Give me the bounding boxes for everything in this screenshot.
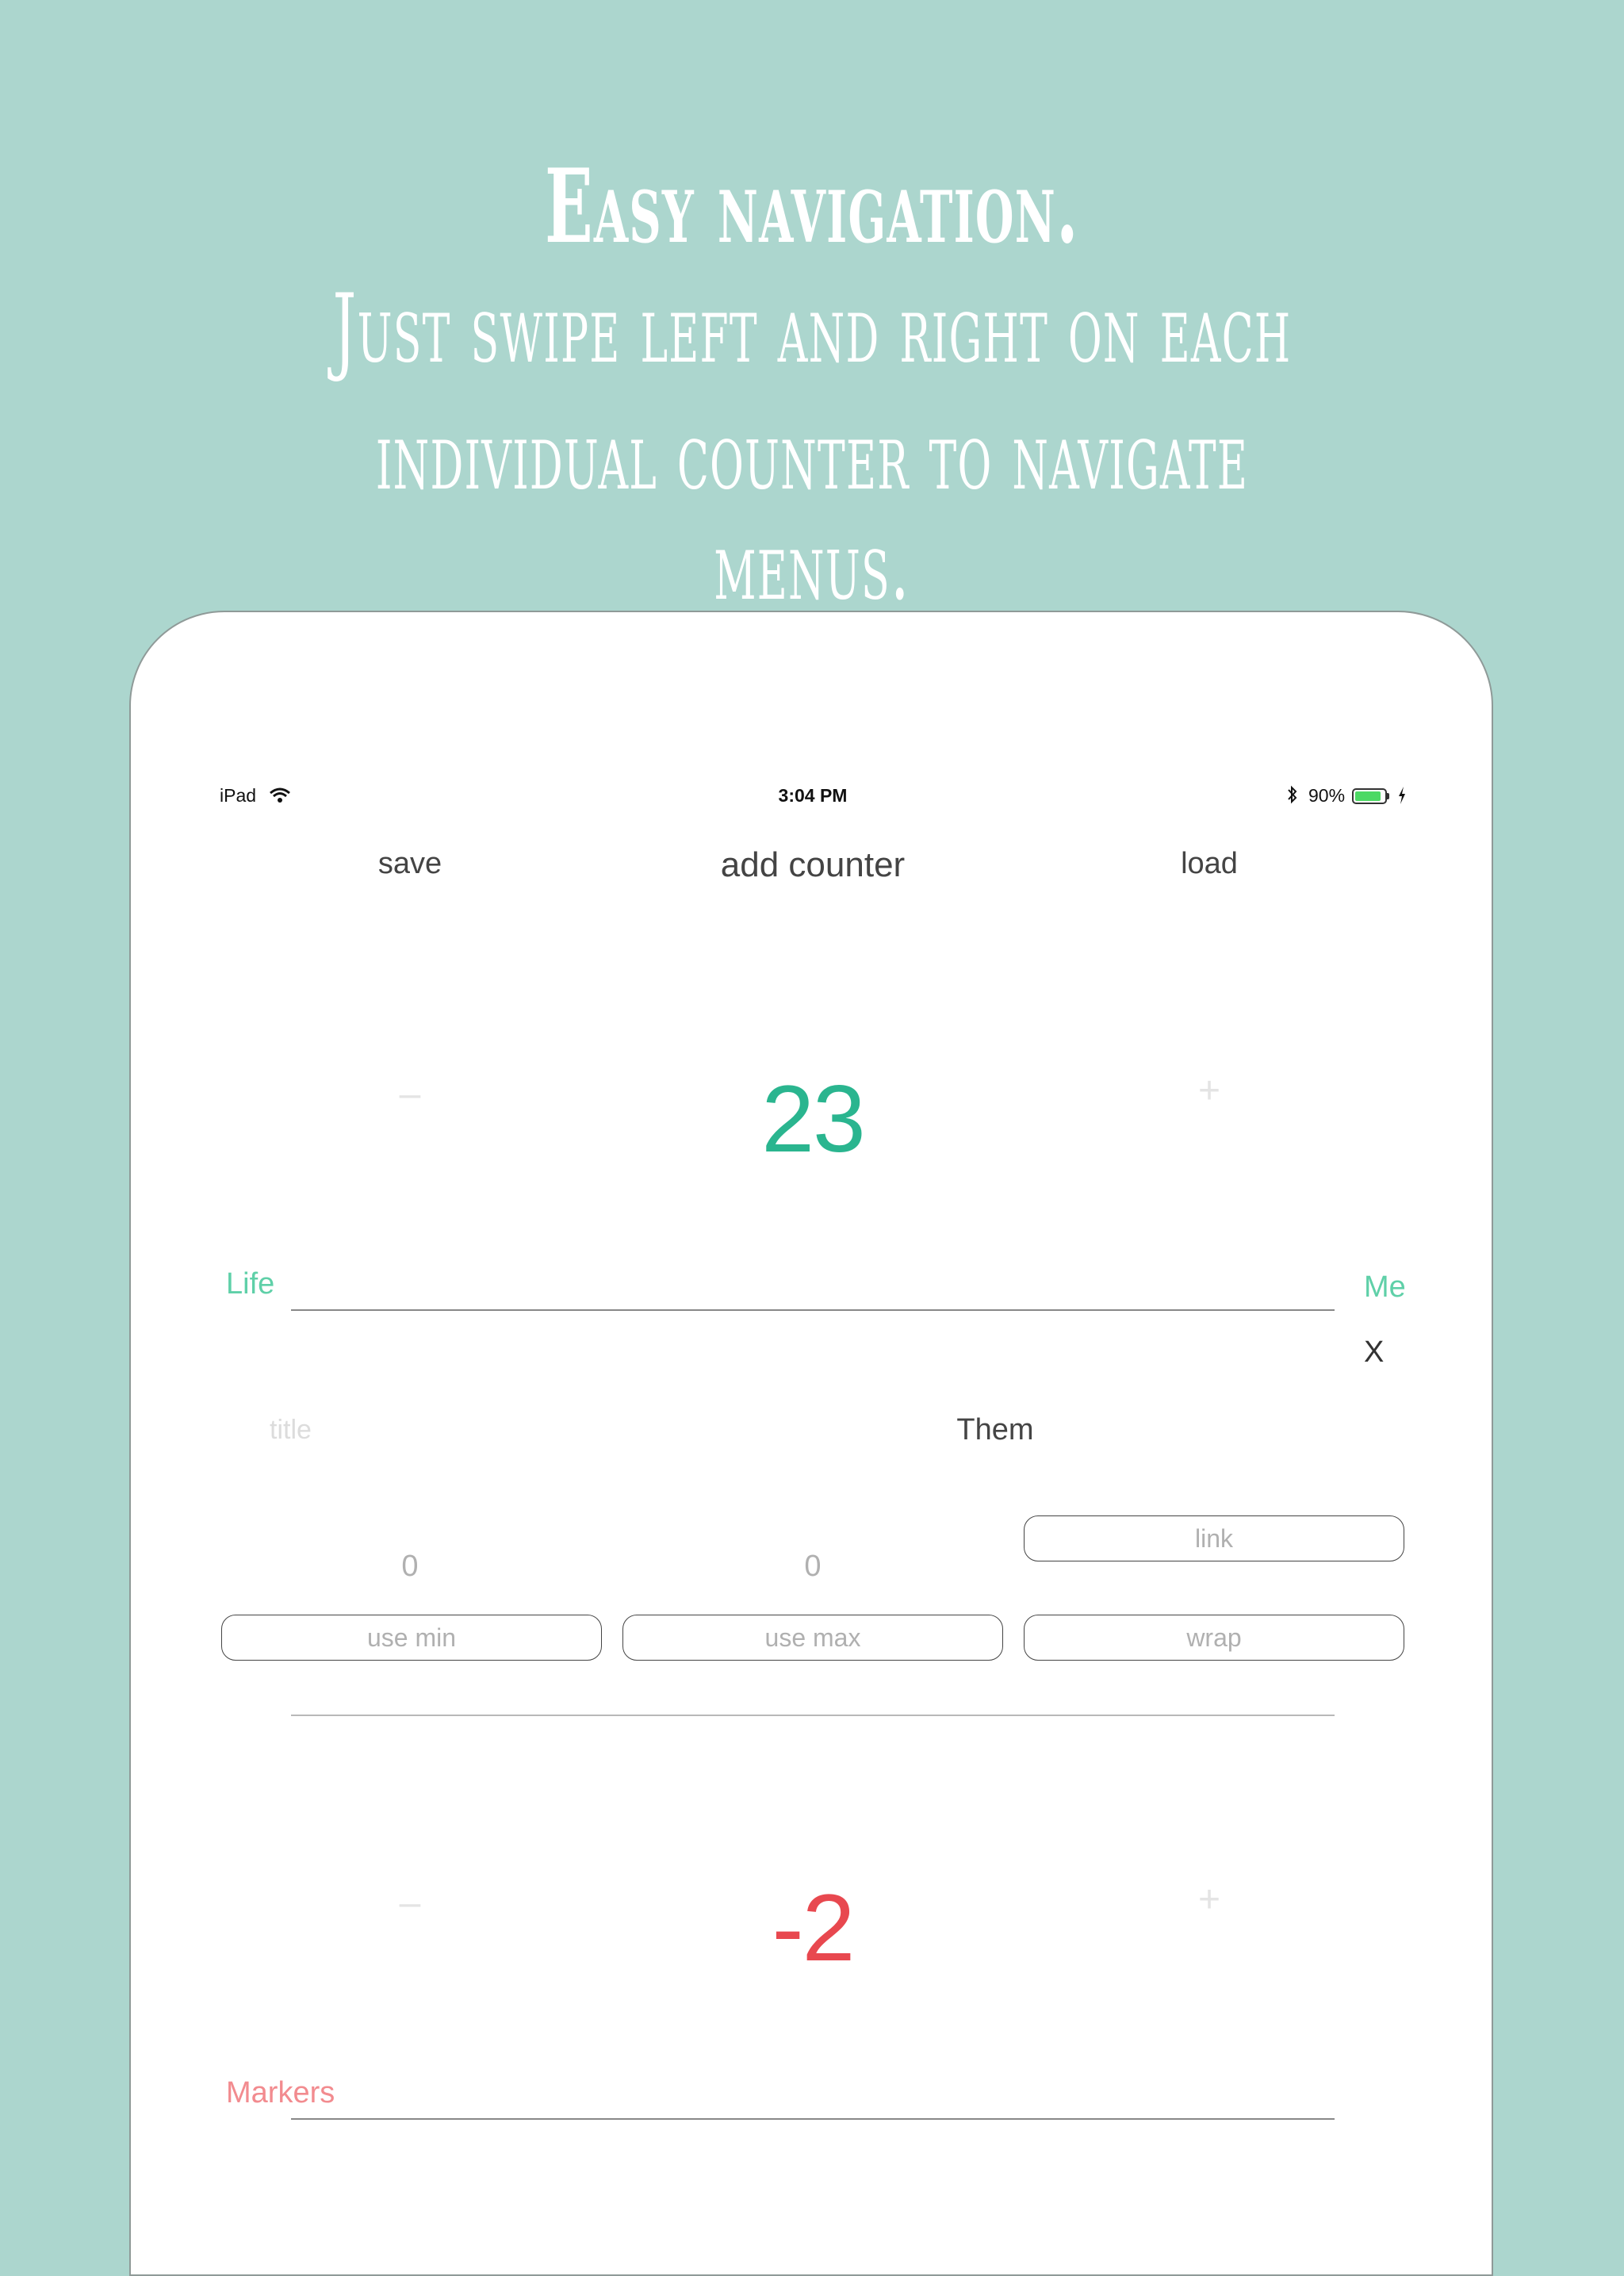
bluetooth-icon [1287,785,1298,808]
max-value-input[interactable]: 0 [718,1550,908,1584]
increment-button[interactable]: + [1114,1069,1304,1113]
owner-input[interactable]: Them [876,1413,1114,1447]
ipad-frame: iPad 3:04 PM 90% save add counter load –… [129,611,1493,2276]
battery-icon [1352,788,1389,804]
counter-name[interactable]: Markers [226,2076,335,2110]
promo-headline-3: individual counter to navigate menus. [375,401,1249,622]
promo-headline-2: Just swipe left and right on each [332,274,1292,385]
increment-button[interactable]: + [1114,1878,1304,1922]
title-input[interactable]: title [270,1415,312,1446]
charging-icon [1397,786,1407,809]
battery-percent: 90% [1308,785,1346,806]
counter-value: -2 [772,1875,856,1981]
use-min-button[interactable]: use min [221,1615,602,1661]
promo-headline-1: Easy navigation. [545,148,1079,266]
use-max-button[interactable]: use max [622,1615,1003,1661]
counter-divider [291,1309,1335,1311]
load-button[interactable]: load [1114,847,1304,881]
add-counter-button[interactable]: add counter [654,845,971,885]
counter-name[interactable]: Life [226,1267,274,1301]
decrement-button[interactable]: – [315,1881,505,1925]
min-value-input[interactable]: 0 [315,1550,505,1584]
counter-divider [291,2118,1335,2120]
decrement-button[interactable]: – [315,1072,505,1116]
link-button[interactable]: link [1024,1515,1404,1561]
wrap-button[interactable]: wrap [1024,1615,1404,1661]
edit-panel-divider [291,1715,1335,1716]
counter-owner[interactable]: Me [1364,1270,1406,1305]
save-button[interactable]: save [315,847,505,881]
close-edit-button[interactable]: X [1364,1335,1384,1370]
counter-value: 23 [761,1066,865,1172]
